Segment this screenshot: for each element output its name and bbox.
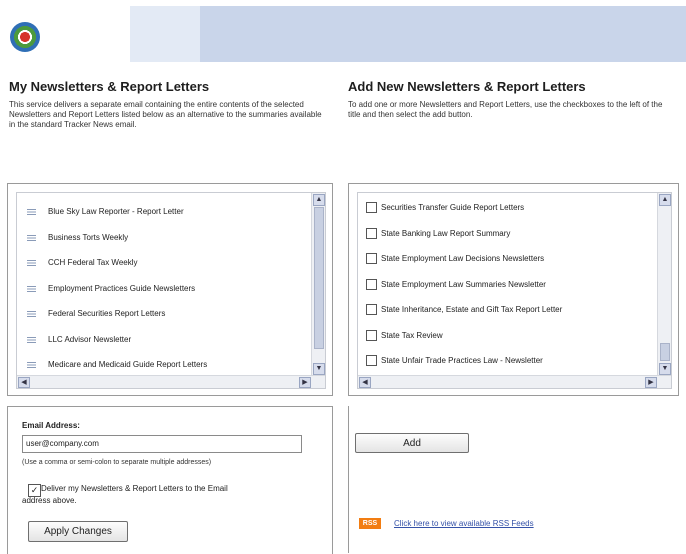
header-banner <box>0 0 686 62</box>
globe-logo-icon <box>10 22 40 52</box>
add-button[interactable]: Add <box>355 433 469 453</box>
item-checkbox[interactable] <box>366 202 377 214</box>
list-item-label: Medicare and Medicaid Guide Report Lette… <box>48 360 208 370</box>
banner-block-light <box>130 6 200 62</box>
scroll-left-arrow-icon[interactable]: ◀ <box>359 377 371 388</box>
my-newsletters-title: My Newsletters & Report Letters <box>9 79 210 94</box>
scroll-up-arrow-icon[interactable]: ▲ <box>659 194 671 206</box>
scroll-right-arrow-icon[interactable]: ▶ <box>645 377 657 388</box>
list-item[interactable]: Federal Securities Report Letters <box>17 301 325 327</box>
rss-icon[interactable]: RSS <box>359 518 381 529</box>
scroll-up-arrow-icon[interactable]: ▲ <box>313 194 325 206</box>
scroll-down-arrow-icon[interactable]: ▼ <box>313 363 325 375</box>
drag-handle-icon[interactable] <box>27 284 36 292</box>
add-newsletters-title: Add New Newsletters & Report Letters <box>348 79 586 94</box>
apply-changes-button[interactable]: Apply Changes <box>28 521 128 542</box>
item-checkbox[interactable] <box>366 329 377 341</box>
drag-handle-icon[interactable] <box>27 233 36 241</box>
add-actions-panel: Add RSS Click here to view available RSS… <box>348 406 678 553</box>
scroll-right-arrow-icon[interactable]: ▶ <box>299 377 311 388</box>
list-item[interactable]: State Employment Law Decisions Newslette… <box>358 246 671 272</box>
list-item-label: Business Torts Weekly <box>48 232 129 242</box>
list-item[interactable]: Employment Practices Guide Newsletters <box>17 276 325 302</box>
check-icon: ✓ <box>30 485 39 495</box>
drag-handle-icon[interactable] <box>27 361 36 369</box>
list-item[interactable]: State Employment Law Summaries Newslette… <box>358 272 671 298</box>
banner-block-dark <box>200 6 686 62</box>
item-checkbox[interactable] <box>366 227 377 239</box>
add-newsletters-list[interactable]: Securities Transfer Guide Report Letters… <box>357 192 672 389</box>
list-item-label: LLC Advisor Newsletter <box>48 334 132 344</box>
list-item[interactable]: Blue Sky Law Reporter - Report Letter <box>17 199 325 225</box>
list-item-label: Employment Practices Guide Newsletters <box>48 283 196 293</box>
add-list-vertical-scrollbar[interactable]: ▲ ▼ <box>657 193 671 376</box>
email-hint: (Use a comma or semi-colon to separate m… <box>22 459 212 466</box>
scroll-down-arrow-icon[interactable]: ▼ <box>659 363 671 375</box>
email-address-label: Email Address: <box>22 421 80 430</box>
list-item[interactable]: Medicare and Medicaid Guide Report Lette… <box>17 352 325 378</box>
item-checkbox[interactable] <box>366 278 377 290</box>
add-newsletters-panel: Securities Transfer Guide Report Letters… <box>348 183 679 396</box>
drag-handle-icon[interactable] <box>27 208 36 216</box>
my-newsletters-panel: Blue Sky Law Reporter - Report Letter Bus… <box>7 183 333 396</box>
list-item-label: Securities Transfer Guide Report Letters <box>381 203 525 213</box>
list-item[interactable]: Business Torts Weekly <box>17 225 325 251</box>
drag-handle-icon[interactable] <box>27 335 36 343</box>
drag-handle-icon[interactable] <box>27 310 36 318</box>
item-checkbox[interactable] <box>366 253 377 265</box>
list-item[interactable]: State Banking Law Report Summary <box>358 221 671 247</box>
my-newsletters-list[interactable]: Blue Sky Law Reporter - Report Letter Bus… <box>16 192 326 389</box>
scroll-thumb[interactable] <box>660 343 670 361</box>
scroll-left-arrow-icon[interactable]: ◀ <box>18 377 30 388</box>
add-list-horizontal-scrollbar[interactable]: ◀ ▶ <box>358 375 671 388</box>
list-item[interactable]: LLC Advisor Newsletter <box>17 327 325 353</box>
add-newsletters-description: To add one or more Newsletters and Repor… <box>348 100 663 119</box>
email-input[interactable]: user@company.com <box>22 435 302 453</box>
list-item-label: State Employment Law Summaries Newslette… <box>381 279 546 289</box>
item-checkbox[interactable] <box>366 355 377 367</box>
list-item-label: State Inheritance, Estate and Gift Tax R… <box>381 305 563 315</box>
deliver-label-line2: address above. <box>22 496 77 505</box>
list-item-label: State Unfair Trade Practices Law - Newsl… <box>381 356 543 366</box>
email-settings-panel: Email Address: user@company.com (Use a c… <box>7 406 333 554</box>
list-item[interactable]: Securities Transfer Guide Report Letters <box>358 195 671 221</box>
drag-handle-icon[interactable] <box>27 259 36 267</box>
list-item[interactable]: CCH Federal Tax Weekly <box>17 250 325 276</box>
list-item-label: State Tax Review <box>381 330 443 340</box>
list-item-label: Blue Sky Law Reporter - Report Letter <box>48 207 184 217</box>
list-item[interactable]: State Unfair Trade Practices Law - Newsl… <box>358 348 671 374</box>
my-list-vertical-scrollbar[interactable]: ▲ ▼ <box>311 193 325 376</box>
deliver-label-line1: Deliver my Newsletters & Report Letters … <box>41 484 228 493</box>
my-newsletters-description: This service delivers a separate email c… <box>9 100 322 129</box>
list-item-label: State Employment Law Decisions Newslette… <box>381 254 545 264</box>
list-item-label: State Banking Law Report Summary <box>381 228 511 238</box>
item-checkbox[interactable] <box>366 304 377 316</box>
scroll-thumb[interactable] <box>314 207 324 349</box>
list-item-label: CCH Federal Tax Weekly <box>48 258 138 268</box>
my-list-horizontal-scrollbar[interactable]: ◀ ▶ <box>17 375 325 388</box>
list-item[interactable]: State Tax Review <box>358 323 671 349</box>
rss-feeds-link[interactable]: Click here to view available RSS Feeds <box>394 519 534 528</box>
list-item[interactable]: State Inheritance, Estate and Gift Tax R… <box>358 297 671 323</box>
list-item-label: Federal Securities Report Letters <box>48 309 166 319</box>
